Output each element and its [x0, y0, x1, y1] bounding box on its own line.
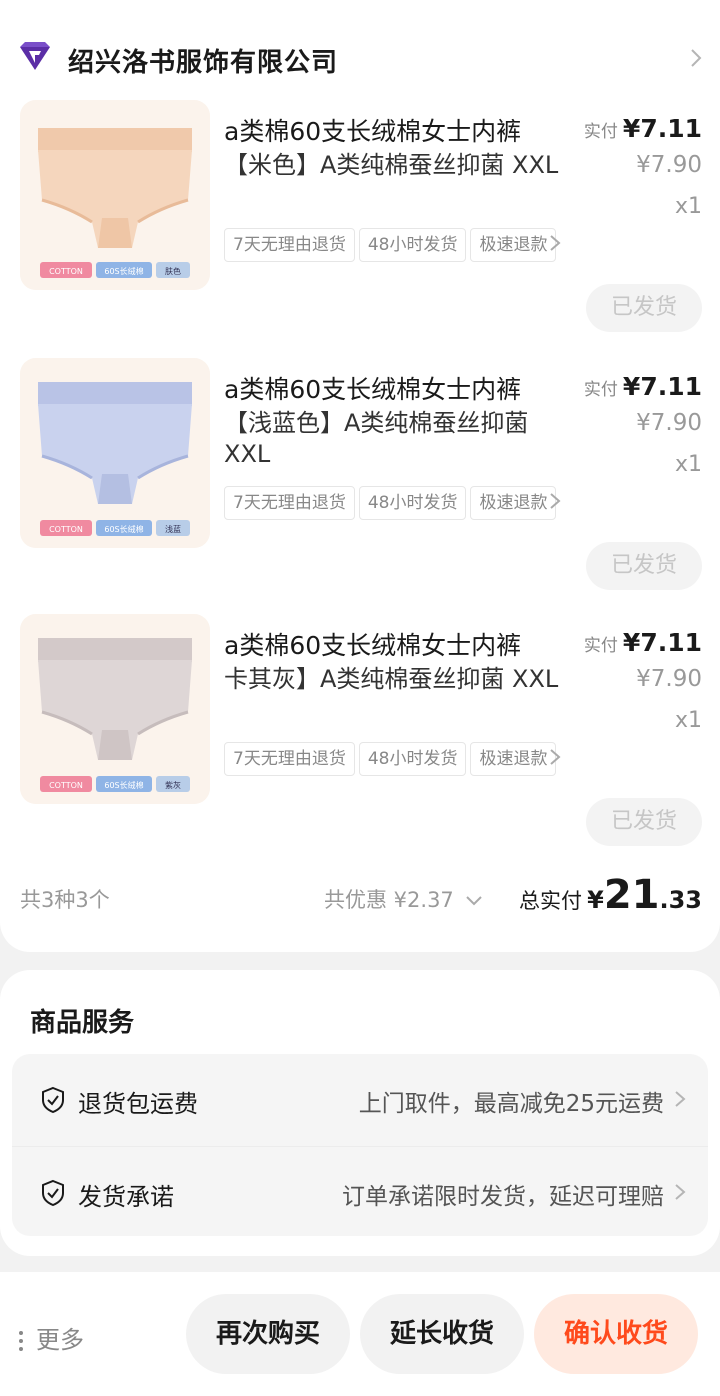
tag: 极速退款 [470, 742, 557, 776]
chevron-right-icon [691, 49, 702, 67]
chevron-right-icon [675, 1184, 686, 1200]
quantity: x1 [674, 708, 702, 733]
product-image[interactable]: COTTON 60S长绒棉 浅蓝 [20, 358, 210, 548]
paid-price: 实付 ¥7.11 [583, 114, 702, 143]
service-row-delivery-promise[interactable]: 发货承诺 订单承诺限时发货，延迟可理赔 [12, 1146, 708, 1236]
product-title[interactable]: a类棉60支长绒棉女士内裤 [224, 112, 521, 148]
service-desc: 上门取件，最高减免25元运费 [358, 1091, 664, 1117]
chevron-down-icon [466, 896, 483, 906]
shield-check-icon [42, 1086, 64, 1114]
product-image[interactable]: COTTON 60S长绒棉 紫灰 [20, 614, 210, 804]
services-title: 商品服务 [30, 1008, 135, 1038]
tag: 极速退款 [470, 486, 557, 520]
quantity: x1 [674, 452, 702, 477]
shipped-status-button[interactable]: 已发货 [586, 542, 702, 590]
svg-text:60S长绒棉: 60S长绒棉 [104, 780, 143, 790]
chevron-right-icon [550, 235, 561, 251]
original-price: ¥7.90 [636, 152, 702, 178]
svg-text:60S长绒棉: 60S长绒棉 [104, 266, 143, 276]
rebuy-button[interactable]: 再次购买 [186, 1294, 350, 1374]
svg-text:COTTON: COTTON [49, 525, 83, 534]
tag: 7天无理由退货 [224, 228, 355, 262]
paid-price: 实付 ¥7.11 [583, 628, 702, 657]
shop-name: 绍兴洛书服饰有限公司 [68, 48, 339, 78]
discount-toggle[interactable]: 共优惠 ¥2.37 [324, 884, 484, 914]
more-label: 更多 [36, 1326, 84, 1354]
product-spec: 【米色】A类纯棉蚕丝抑菌 XXL [224, 151, 559, 179]
chevron-right-icon [550, 749, 561, 765]
item-count: 共3种3个 [20, 888, 110, 912]
extend-receipt-button[interactable]: 延长收货 [360, 1294, 524, 1374]
paid-price: 实付 ¥7.11 [583, 372, 702, 401]
product-spec: 【浅蓝色】A类纯棉蚕丝抑菌 XXL [224, 409, 529, 468]
product-photo: COTTON 60S长绒棉 紫灰 [20, 614, 210, 804]
service-row-return-shipping[interactable]: 退货包运费 上门取件，最高减免25元运费 [12, 1054, 708, 1144]
services-card: 商品服务 退货包运费 上门取件，最高减免25元运费 发货承诺 订单承诺限时发货，… [0, 970, 720, 1256]
chevron-right-icon [550, 493, 561, 509]
discount-amount: 共优惠 ¥2.37 [324, 888, 454, 912]
svg-text:COTTON: COTTON [49, 781, 83, 790]
product-title[interactable]: a类棉60支长绒棉女士内裤 [224, 626, 521, 662]
service-tags[interactable]: 7天无理由退货 48小时发货 极速退款 [224, 742, 564, 776]
tag: 7天无理由退货 [224, 486, 355, 520]
product-photo: COTTON 60S长绒棉 浅蓝 [20, 358, 210, 548]
shipped-status-button[interactable]: 已发货 [586, 798, 702, 846]
svg-text:浅蓝: 浅蓝 [165, 524, 181, 534]
service-name: 发货承诺 [78, 1183, 174, 1211]
shop-header[interactable]: 绍兴洛书服饰有限公司 [18, 38, 708, 80]
quantity: x1 [674, 194, 702, 219]
diamond-shop-icon [20, 42, 50, 70]
product-image[interactable]: COTTON 60S长绒棉 肤色 [20, 100, 210, 290]
bottom-action-bar: 更多 再次购买 延长收货 确认收货 [0, 1272, 720, 1396]
more-button[interactable]: 更多 [18, 1320, 84, 1355]
order-summary: 共3种3个 共优惠 ¥2.37 总实付 ¥21.33 [0, 870, 720, 930]
more-dots-icon [19, 1331, 23, 1351]
order-item[interactable]: COTTON 60S长绒棉 肤色 a类棉60支长绒棉女士内裤 【米色】A类纯棉蚕… [0, 100, 720, 350]
order-item[interactable]: COTTON 60S长绒棉 浅蓝 a类棉60支长绒棉女士内裤 【浅蓝色】A类纯棉… [0, 358, 720, 608]
order-item[interactable]: COTTON 60S长绒棉 紫灰 a类棉60支长绒棉女士内裤 卡其灰】A类纯棉蚕… [0, 614, 720, 864]
services-list: 退货包运费 上门取件，最高减免25元运费 发货承诺 订单承诺限时发货，延迟可理赔 [12, 1054, 708, 1236]
product-title[interactable]: a类棉60支长绒棉女士内裤 [224, 370, 521, 406]
svg-text:60S长绒棉: 60S长绒棉 [104, 524, 143, 534]
shield-check-icon [42, 1179, 64, 1207]
tag: 48小时发货 [358, 486, 467, 520]
service-tags[interactable]: 7天无理由退货 48小时发货 极速退款 [224, 228, 564, 262]
tag: 极速退款 [470, 228, 557, 262]
service-name: 退货包运费 [78, 1090, 198, 1118]
tag: 7天无理由退货 [224, 742, 355, 776]
product-spec: 卡其灰】A类纯棉蚕丝抑菌 XXL [224, 665, 559, 693]
original-price: ¥7.90 [636, 410, 702, 436]
original-price: ¥7.90 [636, 666, 702, 692]
shipped-status-button[interactable]: 已发货 [586, 284, 702, 332]
product-photo: COTTON 60S长绒棉 肤色 [20, 100, 210, 290]
svg-text:COTTON: COTTON [49, 267, 83, 276]
tag: 48小时发货 [358, 228, 467, 262]
tag: 48小时发货 [358, 742, 467, 776]
service-tags[interactable]: 7天无理由退货 48小时发货 极速退款 [224, 486, 564, 520]
chevron-right-icon [675, 1091, 686, 1107]
total-paid: 总实付 ¥21.33 [519, 872, 702, 918]
svg-text:紫灰: 紫灰 [165, 780, 181, 790]
svg-text:肤色: 肤色 [165, 266, 181, 276]
service-desc: 订单承诺限时发货，延迟可理赔 [342, 1184, 664, 1210]
confirm-receipt-button[interactable]: 确认收货 [534, 1294, 698, 1374]
